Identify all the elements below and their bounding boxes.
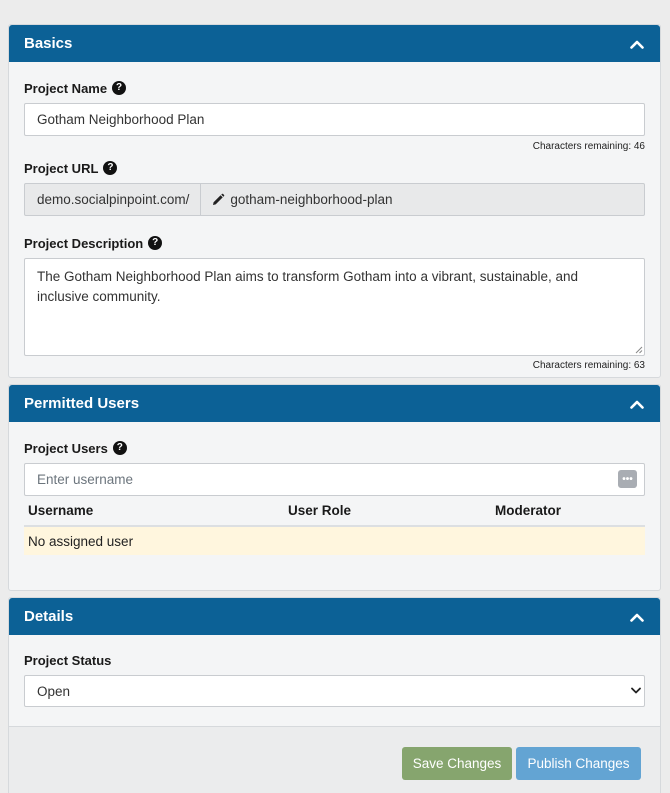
pencil-icon (213, 193, 225, 205)
label-text: Project Users (24, 440, 108, 456)
project-description-char-count: Characters remaining: 63 (532, 360, 645, 371)
users-table: Username User Role Moderator No assigned… (24, 496, 645, 555)
action-footer: Save Changes Publish Changes (9, 726, 660, 793)
question-circle-icon[interactable]: ? (112, 441, 127, 455)
question-circle-icon[interactable]: ? (148, 236, 163, 250)
project-status-select-wrap: Open (24, 675, 645, 707)
label-text: Project Description (24, 235, 144, 251)
project-name-value: Gotham Neighborhood Plan (37, 112, 205, 127)
project-description-textarea[interactable]: The Gotham Neighborhood Plan aims to tra… (24, 258, 645, 356)
project-url-label: Project URL ? (24, 159, 645, 177)
question-circle-icon[interactable]: ? (112, 81, 127, 95)
details-panel: Details Project Status Open Save Changes… (8, 597, 661, 793)
project-description-label: Project Description ? (24, 234, 645, 252)
publish-changes-button[interactable]: Publish Changes (516, 747, 641, 780)
label-text: Project Name (24, 80, 108, 96)
url-slug-text: gotham-neighborhood-plan (230, 192, 393, 207)
column-header-username[interactable]: Username (24, 496, 284, 527)
question-circle-icon[interactable]: ? (103, 161, 118, 175)
permitted-users-panel-header[interactable]: Permitted Users (9, 385, 660, 422)
project-name-label: Project Name ? (24, 79, 645, 97)
username-placeholder: Enter username (37, 472, 134, 487)
column-header-moderator[interactable]: Moderator (491, 496, 645, 527)
panel-title: Permitted Users (24, 395, 140, 412)
project-status-label: Project Status (24, 651, 645, 669)
table-header-row: Username User Role Moderator (24, 496, 645, 527)
username-search-input[interactable]: Enter username (24, 463, 645, 496)
permitted-users-panel: Permitted Users Project Users ? Enter us… (8, 384, 661, 591)
username-input-group: Enter username ••• (24, 463, 645, 496)
details-panel-header[interactable]: Details (9, 598, 660, 635)
label-text: Project Status (24, 652, 112, 668)
basics-panel-body: Project Name ? Gotham Neighborhood Plan … (9, 79, 660, 373)
ellipsis-icon[interactable]: ••• (618, 470, 637, 488)
column-header-user-role[interactable]: User Role (284, 496, 491, 527)
project-status-select[interactable]: Open (24, 675, 645, 707)
chevron-up-icon[interactable] (630, 39, 644, 49)
panel-title: Basics (24, 35, 73, 52)
project-name-char-count: Characters remaining: 46 (532, 141, 645, 152)
chevron-up-icon[interactable] (630, 399, 644, 409)
resize-handle-icon[interactable] (634, 345, 643, 354)
label-text: Project URL (24, 160, 99, 176)
url-slug-edit[interactable]: gotham-neighborhood-plan (201, 184, 402, 215)
project-users-label: Project Users ? (24, 439, 645, 457)
permitted-users-panel-body: Project Users ? Enter username ••• Usern… (9, 439, 660, 555)
save-changes-button[interactable]: Save Changes (402, 747, 512, 780)
project-name-input[interactable]: Gotham Neighborhood Plan (24, 103, 645, 136)
table-row: No assigned user (24, 526, 645, 555)
empty-table-message: No assigned user (24, 526, 645, 555)
project-url-field[interactable]: demo.socialpinpoint.com/ gotham-neighbor… (24, 183, 645, 216)
basics-panel-header[interactable]: Basics (9, 25, 660, 62)
panel-title: Details (24, 608, 74, 625)
basics-panel: Basics Project Name ? Gotham Neighborhoo… (8, 24, 661, 378)
project-description-value: The Gotham Neighborhood Plan aims to tra… (37, 269, 579, 304)
url-prefix: demo.socialpinpoint.com/ (25, 184, 202, 215)
details-panel-body: Project Status Open (9, 651, 660, 707)
chevron-up-icon[interactable] (630, 612, 644, 622)
